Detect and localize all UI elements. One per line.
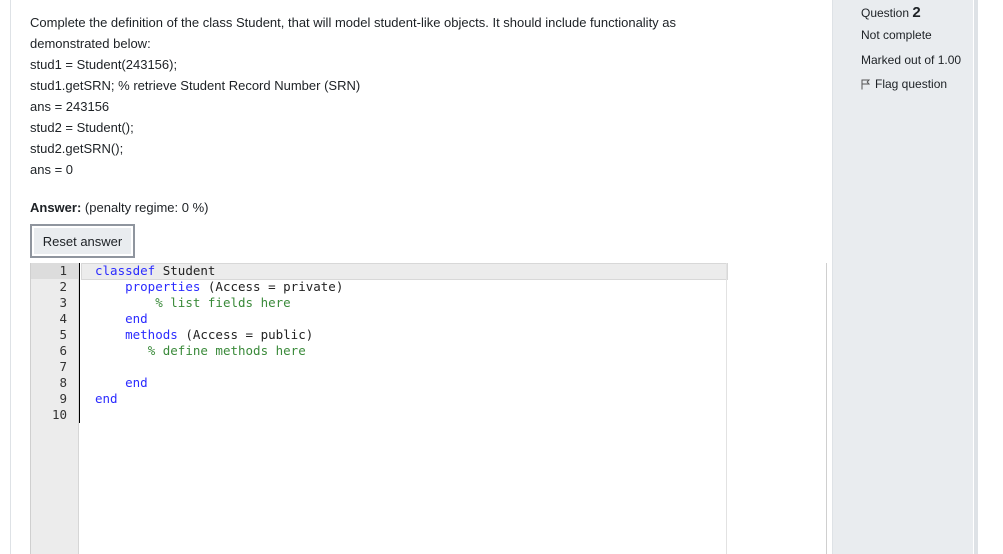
code-keyword: end [125, 311, 148, 326]
question-prefix: Question [861, 6, 913, 20]
line-number: 10 [51, 407, 67, 422]
line-number: 9 [59, 391, 67, 406]
code-line: % define methods here [95, 343, 306, 359]
code-line: end [95, 391, 118, 407]
code-editor[interactable]: 1 2 3 4 5 6 7 8 9 10 classdef Student pr… [30, 263, 827, 554]
code-text: Student [155, 263, 216, 278]
quiz-page: Question 2 Not complete Marked out of 1.… [0, 0, 1003, 554]
code-keyword: properties [125, 279, 201, 294]
example-line: ans = 243156 [30, 99, 110, 114]
line-number: 1 [31, 263, 78, 279]
line-number: 8 [59, 375, 67, 390]
line-number: 7 [59, 359, 67, 374]
line-number: 5 [59, 327, 67, 342]
flag-question-link[interactable]: Flag question [861, 77, 947, 91]
code-line: properties (Access = private) [95, 279, 343, 295]
flag-icon [861, 79, 871, 90]
question-state: Not complete [861, 28, 932, 42]
line-number: 2 [59, 279, 67, 294]
code-line: classdef Student [95, 263, 215, 279]
code-comment: % define methods here [147, 343, 306, 358]
example-line: stud2.getSRN(); [30, 141, 124, 156]
code-keyword: classdef [95, 263, 156, 278]
question-number: Question 2 [861, 4, 921, 21]
flag-question-label: Flag question [875, 77, 948, 91]
text-cursor [79, 263, 80, 423]
example-line: ans = 0 [30, 162, 74, 177]
line-number: 4 [59, 311, 67, 326]
code-line: % list fields here [95, 295, 291, 311]
line-number-gutter: 1 2 3 4 5 6 7 8 9 10 [31, 263, 79, 554]
example-line: stud1 = Student(243156); [30, 57, 178, 72]
reset-answer-button[interactable]: Reset answer [30, 224, 135, 258]
question-text: Complete the definition of the class Stu… [30, 12, 810, 180]
code-text: (Access = private) [200, 279, 344, 294]
code-comment: % list fields here [155, 295, 291, 310]
print-margin [726, 263, 727, 554]
code-line: end [95, 375, 148, 391]
line-number: 3 [59, 295, 67, 310]
question-number-value: 2 [912, 4, 921, 21]
code-line: end [95, 311, 148, 327]
code-keyword: end [125, 375, 148, 390]
question-content: Complete the definition of the class Stu… [10, 0, 827, 554]
code-line: methods (Access = public) [95, 327, 313, 343]
answer-label-text: Answer: [30, 200, 82, 215]
code-text: (Access = public) [177, 327, 314, 342]
answer-label: Answer: (penalty regime: 0 %) [30, 200, 208, 215]
code-text-area[interactable]: classdef Student properties (Access = pr… [79, 263, 826, 554]
example-line: stud2 = Student(); [30, 120, 134, 135]
question-intro-1: Complete the definition of the class Stu… [30, 15, 677, 30]
penalty-regime: (penalty regime: 0 %) [84, 200, 209, 215]
code-keyword: end [95, 391, 118, 406]
scroll-strip [974, 0, 978, 554]
question-intro-2: demonstrated below: [30, 36, 151, 51]
question-grade: Marked out of 1.00 [861, 53, 962, 67]
code-keyword: methods [125, 327, 178, 342]
page-edge [973, 0, 1003, 554]
question-info-panel: Question 2 Not complete Marked out of 1.… [832, 0, 974, 554]
example-line: stud1.getSRN; % retrieve Student Record … [30, 78, 361, 93]
line-number: 6 [59, 343, 67, 358]
